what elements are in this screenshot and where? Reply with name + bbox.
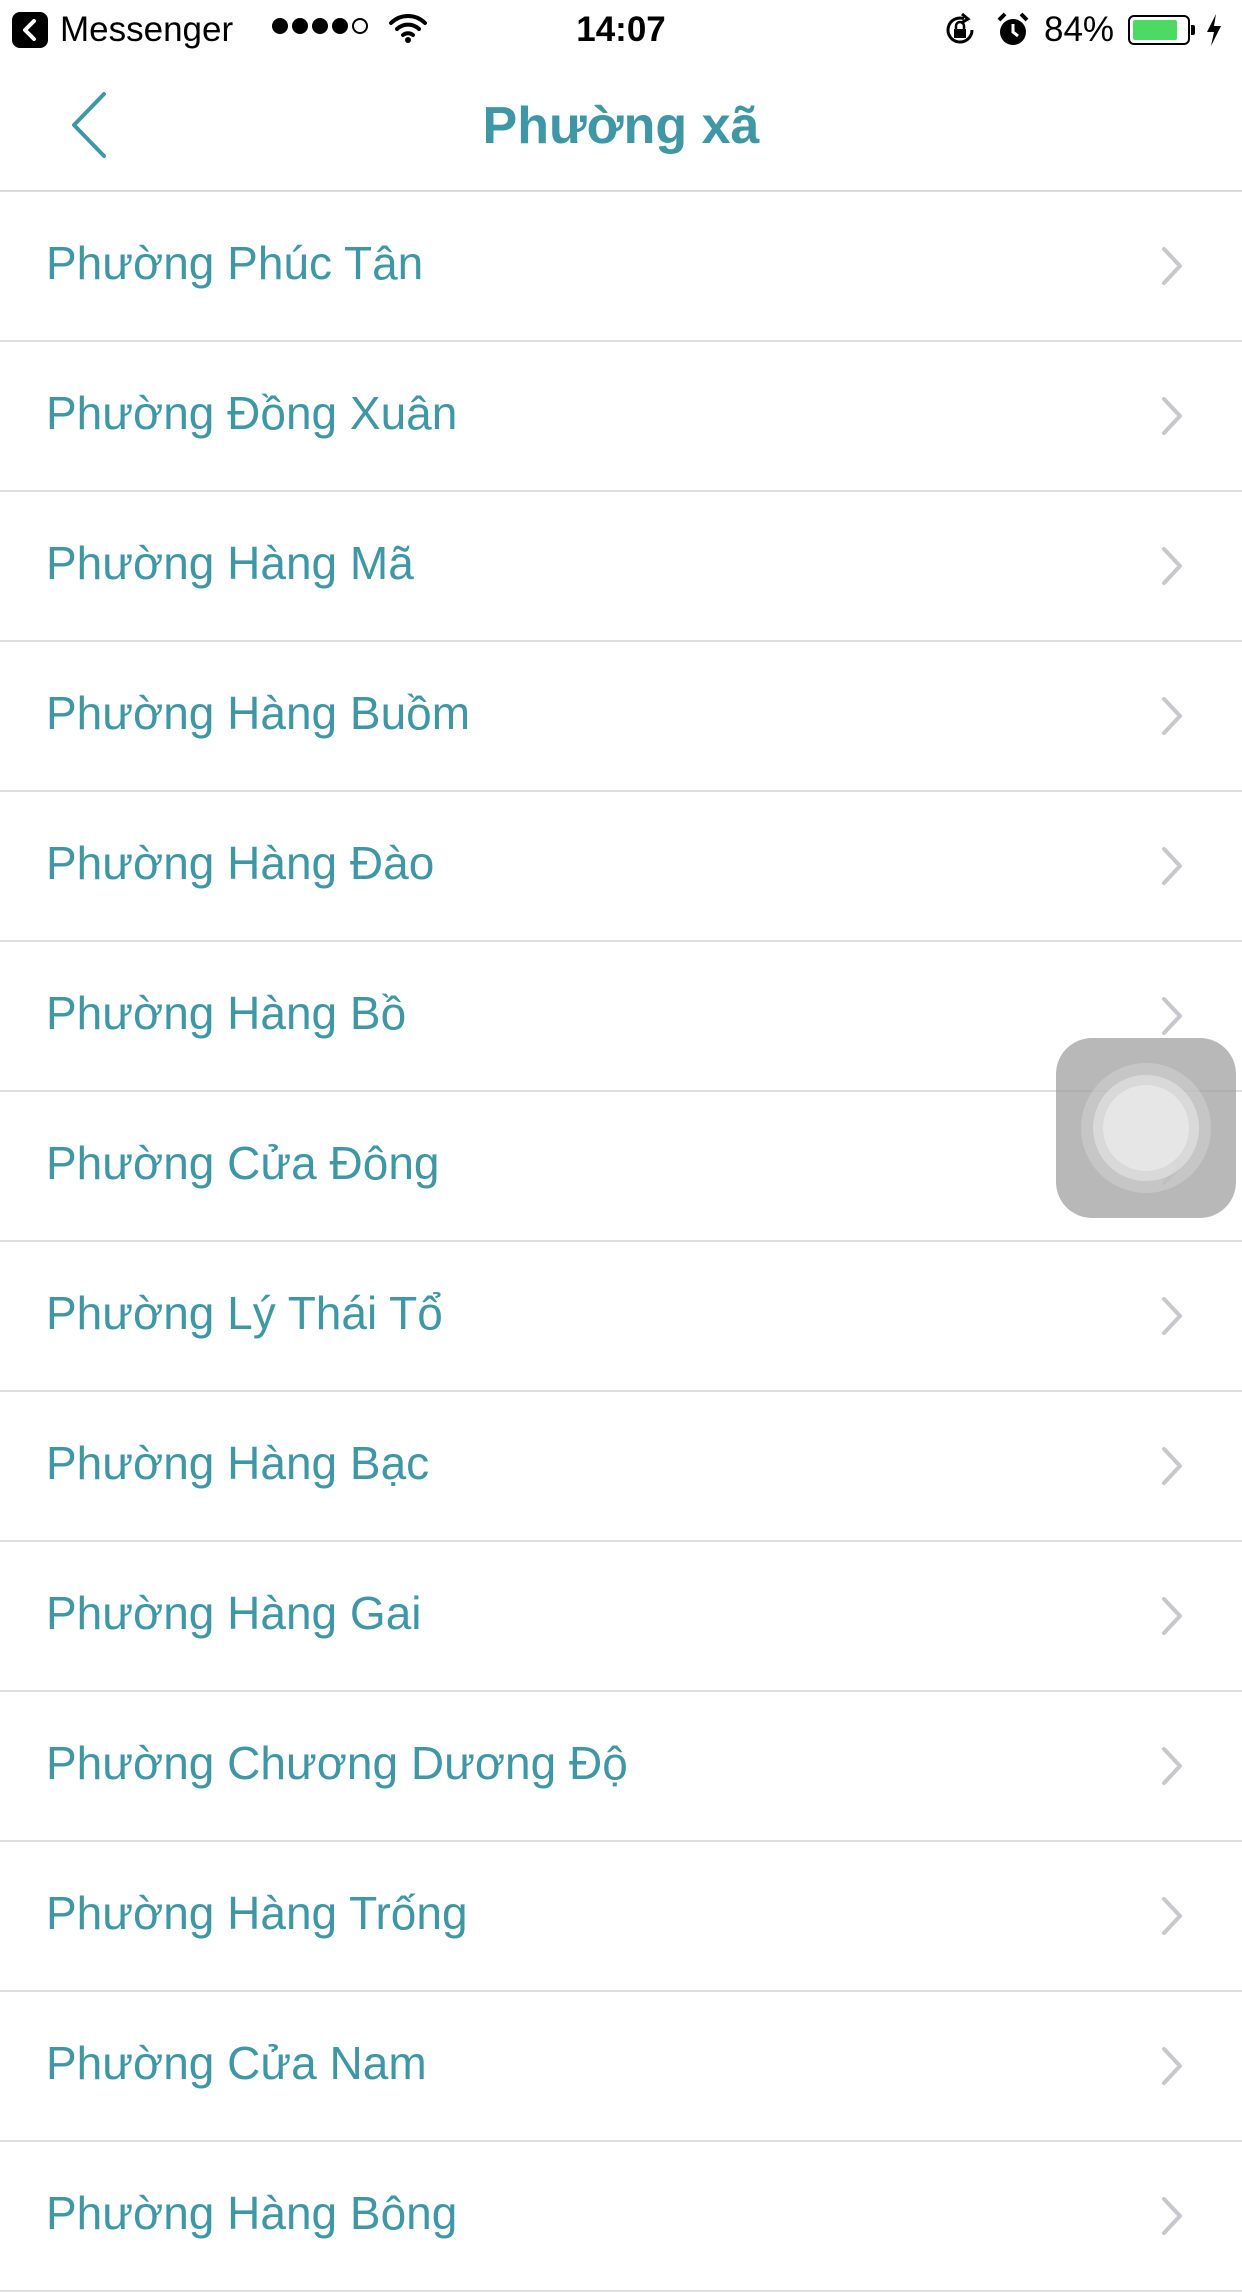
ward-name: Phường Hàng Trống [46, 1887, 468, 1939]
list-item[interactable]: Phường Đồng Xuân [0, 342, 1242, 492]
ward-name: Phường Cửa Đông [46, 1137, 440, 1189]
chevron-right-icon [1160, 845, 1184, 892]
ward-name: Phường Hàng Buồm [46, 687, 471, 739]
cellular-signal-icon [272, 18, 368, 34]
chevron-right-icon [1160, 695, 1184, 742]
list-item[interactable]: Phường Phúc Tân [0, 192, 1242, 342]
ward-name: Phường Hàng Gai [46, 1587, 422, 1639]
chevron-left-icon [72, 92, 106, 158]
rotation-lock-icon [942, 12, 978, 57]
list-item[interactable]: Phường Lý Thái Tổ [0, 1242, 1242, 1392]
ward-name: Phường Chương Dương Độ [46, 1737, 628, 1789]
back-to-app-label[interactable]: Messenger [60, 10, 233, 50]
ward-name: Phường Phúc Tân [46, 237, 424, 289]
list-item[interactable]: Phường Hàng Đào [0, 792, 1242, 942]
list-item[interactable]: Phường Hàng Buồm [0, 642, 1242, 792]
chevron-right-icon [1160, 1445, 1184, 1492]
back-to-app-icon[interactable] [12, 12, 48, 48]
chevron-right-icon [1160, 2045, 1184, 2092]
chevron-right-icon [1160, 1745, 1184, 1792]
ward-name: Phường Hàng Bạc [46, 1437, 430, 1489]
charging-icon [1204, 12, 1224, 57]
ward-name: Phường Hàng Bông [46, 2187, 458, 2239]
ward-name: Phường Cửa Nam [46, 2037, 427, 2089]
ward-name: Phường Hàng Đào [46, 837, 435, 889]
list-item[interactable]: Phường Cửa Nam [0, 1992, 1242, 2142]
chevron-right-icon [1160, 1595, 1184, 1642]
chevron-right-icon [1160, 395, 1184, 442]
status-bar: Messenger 14:07 84% [0, 0, 1242, 60]
chevron-right-icon [1160, 1295, 1184, 1342]
list-item[interactable]: Phường Hàng Mã [0, 492, 1242, 642]
ward-list: Phường Phúc Tân Phường Đồng Xuân Phường Hà… [0, 192, 1242, 2292]
list-item[interactable]: Phường Chương Dương Độ [0, 1692, 1242, 1842]
chevron-right-icon [1160, 2195, 1184, 2242]
list-item[interactable]: Phường Hàng Gai [0, 1542, 1242, 1692]
wifi-icon [388, 12, 428, 53]
alarm-icon [996, 12, 1030, 57]
list-item[interactable]: Phường Hàng Trống [0, 1842, 1242, 1992]
chevron-right-icon [1160, 245, 1184, 292]
assistive-touch-button[interactable] [1056, 1038, 1236, 1218]
page-title: Phường xã [482, 97, 760, 155]
battery-icon [1128, 15, 1195, 45]
battery-percent: 84% [1044, 10, 1115, 49]
ward-name: Phường Hàng Bồ [46, 987, 407, 1039]
ward-name: Phường Lý Thái Tổ [46, 1287, 443, 1339]
chevron-right-icon [1160, 995, 1184, 1042]
list-item[interactable]: Phường Hàng Bạc [0, 1392, 1242, 1542]
ward-name: Phường Đồng Xuân [46, 387, 458, 439]
back-button[interactable] [66, 90, 120, 160]
chevron-right-icon [1160, 1895, 1184, 1942]
chevron-right-icon [1160, 545, 1184, 592]
ward-name: Phường Hàng Mã [46, 537, 414, 589]
navigation-bar: Phường xã [0, 60, 1242, 192]
list-item[interactable]: Phường Hàng Bông [0, 2142, 1242, 2292]
